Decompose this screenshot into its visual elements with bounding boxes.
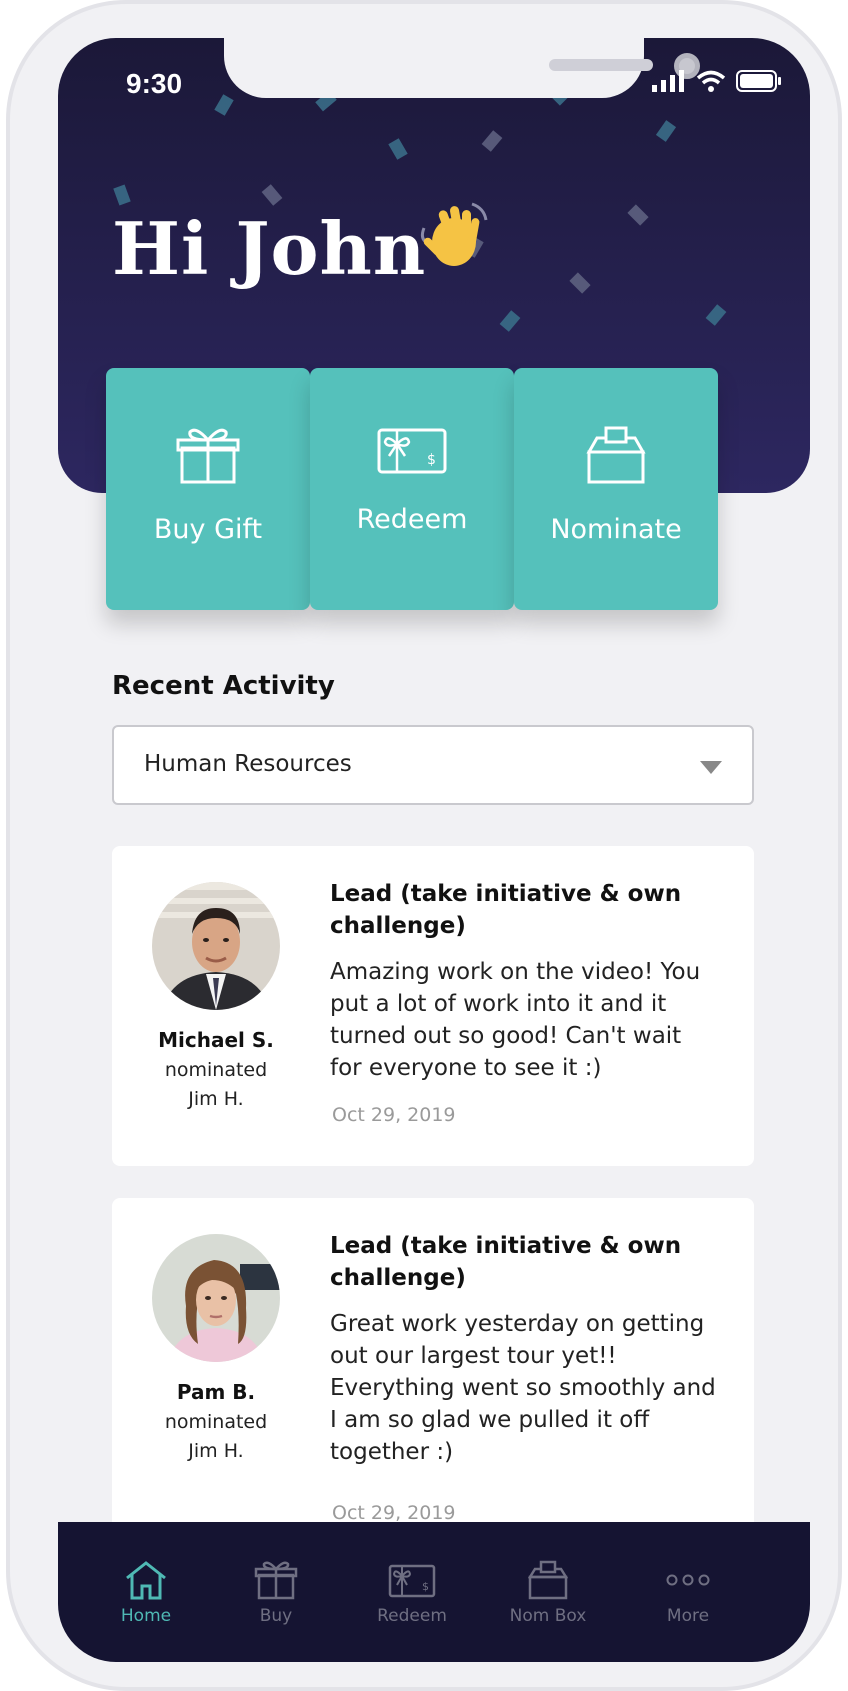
confetti [569,272,591,294]
confetti [655,120,677,142]
ballot-box-icon [586,426,646,484]
nomination-detail: nominated Jim H. [112,1056,320,1114]
confetti [705,304,727,326]
gift-icon [254,1561,298,1600]
redeem-button[interactable]: $ Redeem [310,368,514,610]
confetti [499,310,521,332]
nominated-verb: nominated [164,1411,268,1433]
nomination-message: Great work yesterday on getting out our … [330,1311,716,1465]
confetti [388,138,408,160]
tab-more[interactable]: More [618,1560,758,1626]
tab-home[interactable]: Home [76,1560,216,1626]
more-icon [666,1574,710,1586]
speaker-grille [549,59,653,71]
status-icons [652,70,782,92]
tab-redeem[interactable]: $ Redeem [342,1560,482,1626]
activity-card[interactable]: Michael S. nominated Jim H. Lead (take i… [112,846,754,1166]
tab-home-label: Home [120,1606,172,1626]
confetti [214,94,234,116]
nominee-name: Jim H. [188,1440,244,1462]
activity-date: Oct 29, 2019 [332,1502,456,1524]
tab-nom-box-label: Nom Box [509,1606,587,1626]
company-value-title: Lead (take initiative & own challenge) [330,881,682,939]
status-time: 9:30 [126,68,183,99]
battery-icon [736,70,781,92]
tab-buy-label: Buy [259,1606,293,1626]
tab-more-label: More [666,1606,710,1626]
bottom-tab-bar: Home Buy $ Redeem Nom Box More [58,1522,810,1662]
avatar [152,882,280,1010]
confetti [627,204,649,226]
greeting-title: Hi John [112,206,427,291]
gift-card-icon: $ [388,1564,436,1598]
nominated-verb: nominated [164,1059,268,1081]
buy-gift-label: Buy Gift [153,514,263,545]
svg-text:$: $ [422,1580,429,1593]
signal-icon [652,70,684,92]
activity-date: Oct 29, 2019 [332,1104,456,1126]
nomination-detail: nominated Jim H. [112,1408,320,1466]
nominee-name: Jim H. [188,1088,244,1110]
nomination-message: Amazing work on the video! You put a lot… [330,959,701,1081]
gift-icon [176,428,240,484]
department-filter-value: Human Resources [144,751,352,777]
device-notch [224,38,700,98]
company-value-title: Lead (take initiative & own challenge) [330,1233,682,1291]
nominate-label: Nominate [550,514,682,545]
confetti [261,184,283,206]
svg-text:$: $ [427,452,436,468]
confetti [113,184,131,206]
waving-hand-icon [420,202,488,266]
activity-card[interactable]: Pam B. nominated Jim H. Lead (take initi… [112,1198,754,1558]
tab-redeem-label: Redeem [377,1606,447,1626]
chevron-down-icon [700,761,722,774]
department-filter-select[interactable]: Human Resources [112,725,754,805]
tab-buy[interactable]: Buy [206,1560,346,1626]
nominator-name: Michael S. [158,1028,274,1052]
app-screen: 9:30 Hi John Buy Gift $ Redeem Nominate … [58,38,810,1662]
nominate-button[interactable]: Nominate [514,368,718,610]
ballot-box-icon [528,1560,568,1600]
wifi-icon [696,70,726,92]
buy-gift-button[interactable]: Buy Gift [106,368,310,610]
home-icon [126,1561,166,1600]
phone-frame: 9:30 Hi John Buy Gift $ Redeem Nominate … [6,0,842,1691]
avatar [152,1234,280,1362]
recent-activity-title: Recent Activity [112,671,335,701]
redeem-label: Redeem [356,504,468,535]
avatar-photo [152,882,280,1010]
avatar-photo [152,1234,280,1362]
nominator-name: Pam B. [176,1380,256,1404]
tab-nom-box[interactable]: Nom Box [478,1560,618,1626]
gift-card-icon: $ [377,428,447,474]
confetti [481,130,503,152]
